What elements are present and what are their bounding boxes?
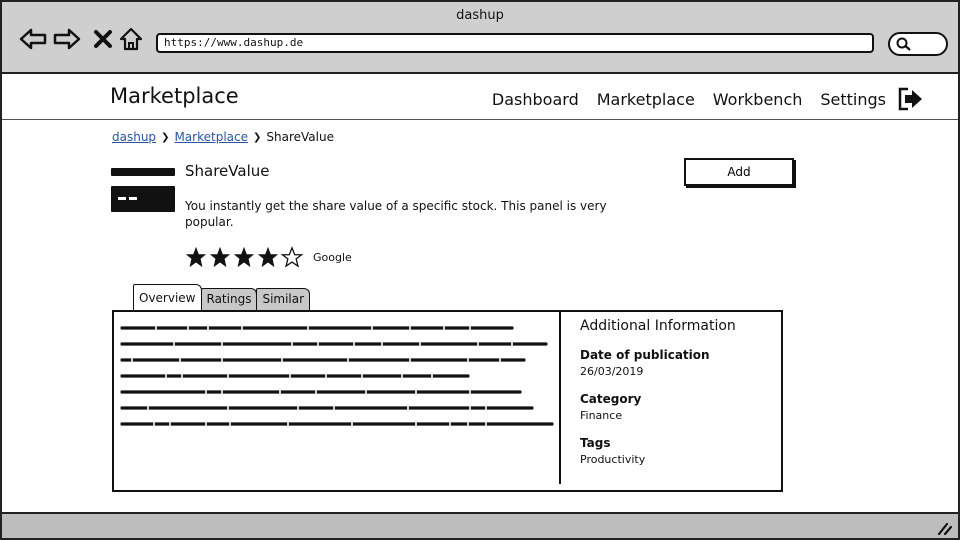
panel-divider [559,312,561,484]
main-nav: Dashboard Marketplace Workbench Settings [474,86,924,112]
item-title: ShareValue [185,162,270,180]
breadcrumb-current: ShareValue [266,130,334,144]
overview-panel: Additional Information Date of publicati… [112,310,783,492]
placeholder-text-scribble [120,325,554,427]
star-empty-icon [281,246,303,268]
close-x-icon[interactable] [88,24,118,54]
resize-grip-icon[interactable] [936,519,952,535]
star-filled-icon [185,246,207,268]
star-rating: Google [185,246,352,268]
app-header: Marketplace Dashboard Marketplace Workbe… [2,74,958,120]
logout-icon[interactable] [896,86,924,112]
tab-bar: Overview Ratings Similar [133,284,311,310]
back-arrow-icon[interactable] [18,24,48,54]
info-label-category: Category [580,392,642,406]
window-title: dashup [456,8,504,23]
tab-similar[interactable]: Similar [256,288,311,310]
info-value-category: Finance [580,409,623,422]
forward-arrow-icon[interactable] [52,24,82,54]
item-description: You instantly get the share value of a s… [185,199,607,229]
nav-dashboard[interactable]: Dashboard [492,90,579,109]
info-value-date: 26/03/2019 [580,365,644,378]
info-label-tags: Tags [580,436,611,450]
breadcrumb: dashup ❯ Marketplace ❯ ShareValue [112,130,334,144]
search-button[interactable] [888,32,948,56]
search-icon [896,37,911,51]
add-button[interactable]: Add [684,158,794,186]
rating-source: Google [313,250,352,264]
info-value-tags: Productivity [580,453,646,466]
chevron-right-icon: ❯ [161,131,170,143]
breadcrumb-marketplace[interactable]: Marketplace [174,130,248,144]
nav-settings[interactable]: Settings [820,90,886,109]
status-bar [0,512,960,540]
url-input[interactable]: https://www.dashup.de [156,33,874,53]
info-label-date: Date of publication [580,348,710,362]
browser-chrome: dashup https://www.dashup.de [0,0,960,74]
chevron-right-icon: ❯ [253,131,262,143]
page-content: Marketplace Dashboard Marketplace Workbe… [0,74,960,514]
breadcrumb-dashup[interactable]: dashup [112,130,156,144]
credit-card-icon [111,168,175,212]
additional-info: Additional Information Date of publicati… [580,318,776,472]
info-heading: Additional Information [580,318,736,334]
star-filled-icon [209,246,231,268]
page-title: Marketplace [110,84,239,108]
tab-ratings[interactable]: Ratings [200,288,258,310]
star-filled-icon [233,246,255,268]
tab-overview[interactable]: Overview [133,284,202,310]
nav-marketplace[interactable]: Marketplace [597,90,695,109]
nav-workbench[interactable]: Workbench [713,90,803,109]
home-icon[interactable] [116,24,146,54]
star-filled-icon [257,246,279,268]
